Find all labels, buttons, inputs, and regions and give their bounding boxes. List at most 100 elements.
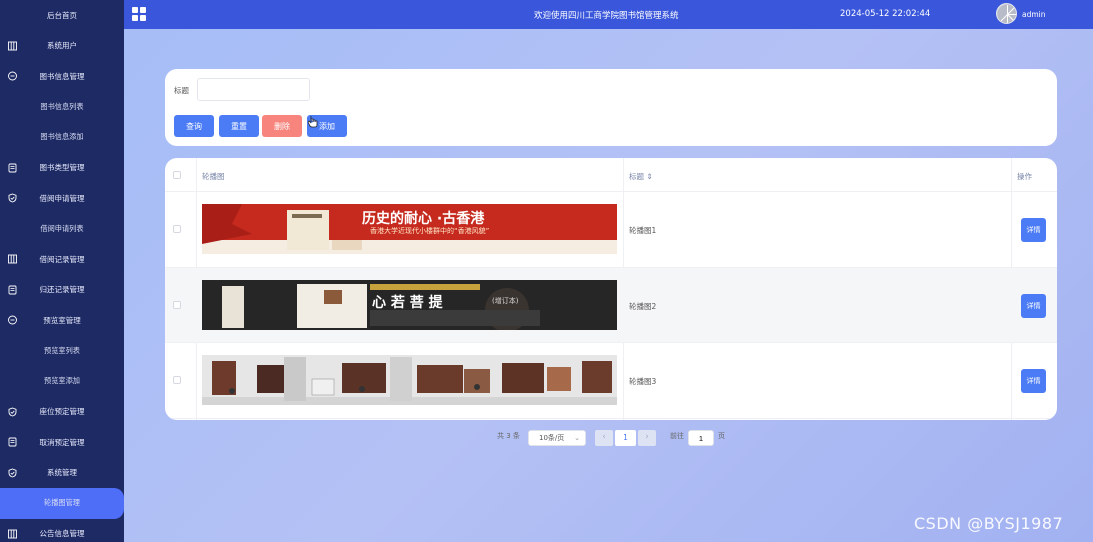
sidebar-item-6[interactable]: 借阅申请管理 <box>0 183 124 214</box>
sidebar-item-2[interactable]: 图书信息管理 <box>0 61 124 92</box>
columns-icon <box>8 41 17 51</box>
prev-page-button[interactable]: ‹ <box>595 430 613 446</box>
sidebar-item-label: 系统用户 <box>47 41 77 51</box>
title-label: 标题 <box>174 86 189 95</box>
top-bar: 欢迎使用四川工商学院图书馆管理系统 2024-05-12 22:02:44 ad… <box>124 0 1093 29</box>
main-content: 标题 查询 重置 删除 添加 轮播图 标题 ⇕ 操作 历史的耐心 ·古香港 香港… <box>124 29 1093 542</box>
search-panel: 标题 查询 重置 删除 添加 <box>165 69 1057 146</box>
shield-check-icon <box>8 193 17 203</box>
sidebar-item-10[interactable]: 预览室管理 <box>0 305 124 336</box>
sidebar-item-3[interactable]: 图书信息列表 <box>0 92 124 123</box>
sidebar-item-label: 系统管理 <box>47 468 77 478</box>
document-icon <box>8 285 17 295</box>
banner-1-title: 历史的耐心 ·古香港 <box>362 211 485 227</box>
detail-button[interactable]: 详情 <box>1021 218 1046 242</box>
document-icon <box>8 437 17 447</box>
sidebar-item-label: 图书信息列表 <box>40 101 84 111</box>
banner-image-1: 历史的耐心 ·古香港 香港大学近现代小楼群中的“香港风貌” <box>202 204 617 254</box>
row-checkbox[interactable] <box>173 225 181 233</box>
shield-check-icon <box>8 407 17 417</box>
page-size-value: 10条/页 <box>539 434 565 442</box>
sidebar-item-16[interactable]: 轮播图管理 <box>0 488 124 519</box>
sidebar-item-label: 公告信息管理 <box>39 529 85 539</box>
sidebar-item-label: 后台首页 <box>47 10 77 20</box>
data-table: 轮播图 标题 ⇕ 操作 历史的耐心 ·古香港 香港大学近现代小楼群中的“香港风貌… <box>165 158 1057 420</box>
title-search-input[interactable] <box>197 78 310 101</box>
shield-check-icon <box>8 468 17 478</box>
sidebar-item-11[interactable]: 预览室列表 <box>0 336 124 367</box>
sidebar-item-4[interactable]: 图书信息添加 <box>0 122 124 153</box>
sidebar-item-label: 借阅申请列表 <box>40 223 84 233</box>
header-source[interactable]: 标题 ⇕ <box>629 171 653 182</box>
document-icon <box>8 163 17 173</box>
columns-icon <box>8 254 17 264</box>
page-size-select[interactable]: 10条/页 ⌄ <box>528 430 586 446</box>
sidebar-item-1[interactable]: 系统用户 <box>0 31 124 62</box>
sidebar-item-17[interactable]: 公告信息管理 <box>0 519 124 542</box>
sidebar-item-label: 图书信息添加 <box>40 132 84 142</box>
username[interactable]: admin <box>1022 10 1046 19</box>
sidebar-item-label: 轮播图管理 <box>44 498 80 508</box>
sidebar-item-12[interactable]: 预览室添加 <box>0 366 124 397</box>
sidebar-item-label: 预览室管理 <box>43 315 81 325</box>
sidebar-item-label: 图书信息管理 <box>39 71 85 81</box>
sidebar-item-8[interactable]: 借阅记录管理 <box>0 244 124 275</box>
current-page[interactable]: 1 <box>615 430 636 446</box>
sidebar-item-13[interactable]: 座位预定管理 <box>0 397 124 428</box>
sidebar-item-label: 预览室列表 <box>44 345 80 355</box>
reset-button[interactable]: 重置 <box>219 115 259 137</box>
app-title: 欢迎使用四川工商学院图书馆管理系统 <box>534 11 679 21</box>
sidebar-item-label: 图书类型管理 <box>39 163 85 173</box>
table-row: 历史的耐心 ·古香港 香港大学近现代小楼群中的“香港风貌” 轮播图1 详情 <box>165 192 1057 268</box>
chevron-down-icon: ⌄ <box>574 434 580 442</box>
columns-icon <box>8 529 17 539</box>
sidebar-item-7[interactable]: 借阅申请列表 <box>0 214 124 245</box>
banner-image-3 <box>202 355 617 405</box>
page-suffix: 页 <box>718 432 725 440</box>
sidebar-item-label: 取消预定管理 <box>39 437 85 447</box>
detail-button[interactable]: 详情 <box>1021 369 1046 393</box>
chevron-right-icon: › <box>645 432 649 442</box>
sidebar-item-5[interactable]: 图书类型管理 <box>0 153 124 184</box>
sidebar-item-15[interactable]: 系统管理 <box>0 458 124 489</box>
goto-label: 前往 <box>670 432 684 440</box>
sidebar-item-label: 借阅申请管理 <box>39 193 85 203</box>
row-source: 轮播图3 <box>629 377 657 386</box>
avatar[interactable] <box>996 3 1017 24</box>
next-page-button[interactable]: › <box>638 430 656 446</box>
hand-cursor-icon <box>308 116 318 128</box>
detail-button[interactable]: 详情 <box>1021 293 1046 318</box>
banner-1-subtitle: 香港大学近现代小楼群中的“香港风貌” <box>370 227 490 235</box>
watermark: CSDN @BYSJ1987 <box>914 514 1064 533</box>
sidebar-item-label: 借阅记录管理 <box>39 254 85 264</box>
banner-2-title: 心 若 菩 提 <box>372 294 443 311</box>
sidebar-item-9[interactable]: 归还记录管理 <box>0 275 124 306</box>
sidebar-item-label: 座位预定管理 <box>39 407 85 417</box>
total-count: 共 3 条 <box>497 432 520 440</box>
chevron-left-icon: ‹ <box>602 432 606 442</box>
header-image: 轮播图 <box>202 172 225 181</box>
datetime: 2024-05-12 22:02:44 <box>840 9 931 19</box>
table-header: 轮播图 标题 ⇕ 操作 <box>165 158 1057 192</box>
delete-button[interactable]: 删除 <box>262 115 302 137</box>
row-checkbox[interactable] <box>173 300 181 309</box>
sidebar-item-label: 预览室添加 <box>44 376 80 386</box>
sidebar: 后台首页系统用户图书信息管理 图书信息列表 图书信息添加 图书类型管理 借阅申请管理 借阅… <box>0 0 124 542</box>
table-row: 心 若 菩 提 (增订本) 轮播图2 详情 <box>165 267 1057 343</box>
sidebar-item-label: 归还记录管理 <box>39 285 85 295</box>
grid-menu-icon[interactable] <box>132 7 146 21</box>
query-button[interactable]: 查询 <box>174 115 214 137</box>
sidebar-item-0[interactable]: 后台首页 <box>0 0 124 31</box>
chat-icon <box>8 71 17 81</box>
banner-2-subtitle: (增订本) <box>492 296 519 305</box>
goto-page-input[interactable] <box>688 430 714 446</box>
header-ops: 操作 <box>1017 172 1032 181</box>
row-checkbox[interactable] <box>173 376 181 384</box>
chat-icon <box>8 315 17 325</box>
row-source: 轮播图2 <box>629 301 657 311</box>
table-row: 轮播图3 详情 <box>165 343 1057 419</box>
sidebar-item-14[interactable]: 取消预定管理 <box>0 427 124 458</box>
row-source: 轮播图1 <box>629 226 657 235</box>
select-all-checkbox[interactable] <box>173 171 181 179</box>
banner-image-2: 心 若 菩 提 (增订本) <box>202 279 617 330</box>
